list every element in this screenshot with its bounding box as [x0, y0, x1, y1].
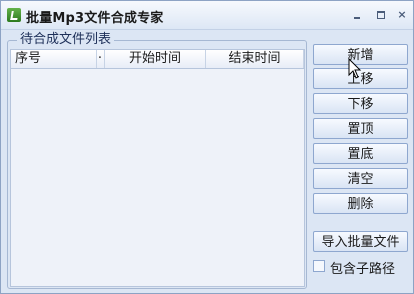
- delete-button[interactable]: 删除: [313, 193, 408, 214]
- window-title: 批量Mp3文件合成专家: [26, 11, 164, 26]
- move-bottom-button[interactable]: 置底: [313, 143, 408, 164]
- group-title: 待合成文件列表: [17, 32, 115, 48]
- close-icon[interactable]: ×: [396, 9, 408, 21]
- column-header-end-time[interactable]: 结束时间: [206, 50, 304, 68]
- column-header-start-time[interactable]: 开始时间: [105, 50, 206, 68]
- file-list-group: 待合成文件列表 序号 · 开始时间 结束时间: [7, 32, 307, 289]
- title-bar[interactable]: 批量Mp3文件合成专家 ×: [1, 1, 413, 30]
- file-list[interactable]: 序号 · 开始时间 结束时间: [10, 49, 305, 287]
- column-header-index[interactable]: 序号: [11, 50, 97, 68]
- include-subpath-label[interactable]: 包含子路径: [330, 258, 395, 277]
- import-batch-button[interactable]: 导入批量文件: [313, 231, 408, 252]
- mouse-cursor-icon: [348, 58, 362, 79]
- column-header-dot[interactable]: ·: [96, 50, 105, 68]
- include-subpath-checkbox[interactable]: [313, 260, 325, 272]
- list-header: 序号 · 开始时间 结束时间: [11, 50, 304, 69]
- maximize-icon[interactable]: [375, 9, 387, 21]
- app-logo-icon: [7, 8, 21, 22]
- move-down-button[interactable]: 下移: [313, 93, 408, 114]
- clear-button[interactable]: 清空: [313, 168, 408, 189]
- minimize-icon[interactable]: [351, 9, 363, 21]
- move-top-button[interactable]: 置顶: [313, 118, 408, 139]
